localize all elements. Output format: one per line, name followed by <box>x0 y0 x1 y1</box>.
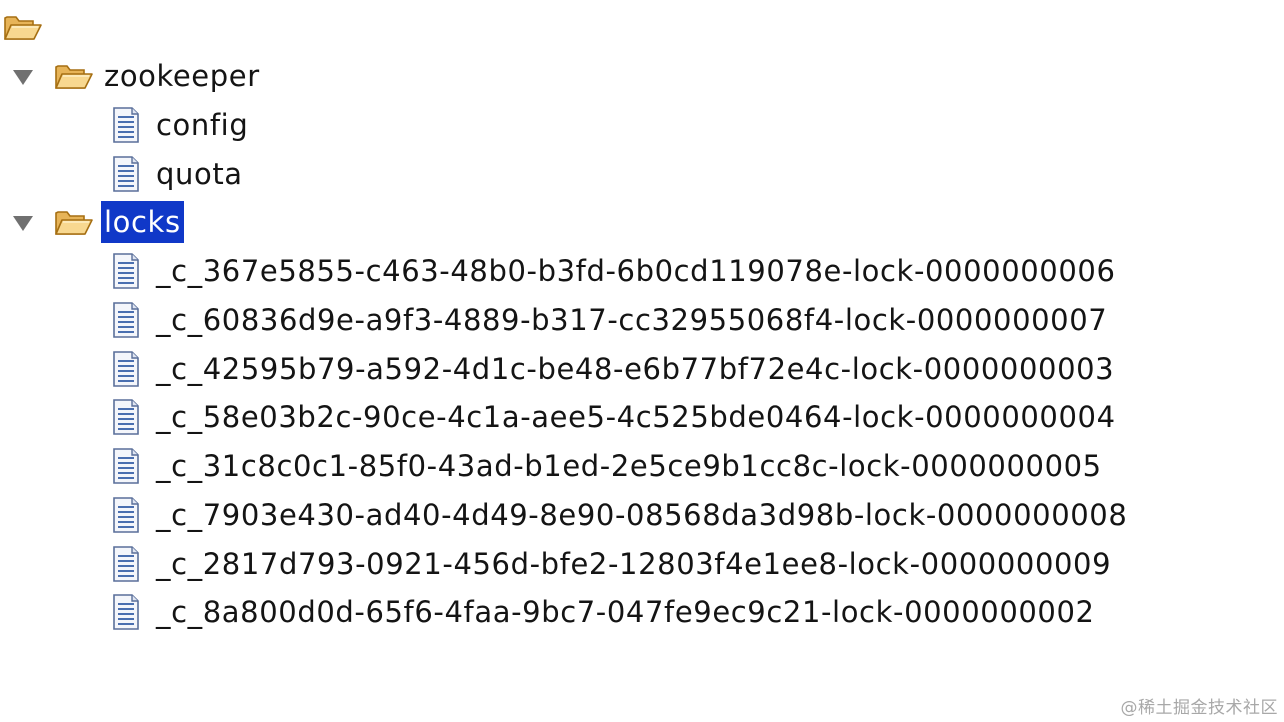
tree-node-label: _c_31c8c0c1-85f0-43ad-b1ed-2e5ce9b1cc8c-… <box>156 449 1102 483</box>
tree-node-lock-item[interactable]: _c_60836d9e-a9f3-4889-b317-cc32955068f4-… <box>0 298 1284 342</box>
tree-node-lock-item[interactable]: _c_7903e430-ad40-4d49-8e90-08568da3d98b-… <box>0 493 1284 537</box>
tree-node-label: _c_7903e430-ad40-4d49-8e90-08568da3d98b-… <box>156 498 1128 532</box>
file-icon <box>112 301 140 339</box>
tree-node-label: _c_2817d793-0921-456d-bfe2-12803f4e1ee8-… <box>156 547 1112 581</box>
tree-node-label: _c_8a800d0d-65f6-4faa-9bc7-047fe9ec9c21-… <box>156 595 1095 629</box>
tree-node-config[interactable]: config <box>0 103 1284 147</box>
tree-node-zookeeper[interactable]: zookeeper <box>0 54 1284 98</box>
tree-node-lock-item[interactable]: _c_31c8c0c1-85f0-43ad-b1ed-2e5ce9b1cc8c-… <box>0 444 1284 488</box>
file-icon <box>112 593 140 631</box>
tree-node-label: config <box>156 108 249 142</box>
tree-node-label: zookeeper <box>104 59 260 93</box>
tree-node-label: _c_42595b79-a592-4d1c-be48-e6b77bf72e4c-… <box>156 352 1115 386</box>
folder-open-icon <box>3 12 43 42</box>
tree-node-label: _c_367e5855-c463-48b0-b3fd-6b0cd119078e-… <box>156 254 1116 288</box>
tree-node-lock-item[interactable]: _c_2817d793-0921-456d-bfe2-12803f4e1ee8-… <box>0 542 1284 586</box>
file-icon <box>112 447 140 485</box>
watermark: @稀土掘金技术社区 <box>1120 698 1278 718</box>
tree-node-lock-item[interactable]: _c_42595b79-a592-4d1c-be48-e6b77bf72e4c-… <box>0 347 1284 391</box>
tree-node-quota[interactable]: quota <box>0 152 1284 196</box>
tree-node-label-selected: locks <box>101 201 184 243</box>
file-icon <box>112 545 140 583</box>
tree-node-locks[interactable]: locks <box>0 200 1284 244</box>
tree-node-label: _c_58e03b2c-90ce-4c1a-aee5-4c525bde0464-… <box>156 400 1116 434</box>
tree-node-lock-item[interactable]: _c_58e03b2c-90ce-4c1a-aee5-4c525bde0464-… <box>0 395 1284 439</box>
expand-toggle-icon[interactable] <box>10 67 36 87</box>
tree-node-label: _c_60836d9e-a9f3-4889-b317-cc32955068f4-… <box>156 303 1108 337</box>
file-icon <box>112 252 140 290</box>
folder-open-icon <box>54 61 94 91</box>
tree-node-lock-item[interactable]: _c_367e5855-c463-48b0-b3fd-6b0cd119078e-… <box>0 249 1284 293</box>
file-icon <box>112 496 140 534</box>
file-icon <box>112 106 140 144</box>
tree-node-lock-item[interactable]: _c_8a800d0d-65f6-4faa-9bc7-047fe9ec9c21-… <box>0 590 1284 634</box>
folder-open-icon <box>54 207 94 237</box>
tree-node-label: quota <box>156 157 243 191</box>
file-icon <box>112 350 140 388</box>
file-icon <box>112 155 140 193</box>
expand-toggle-icon[interactable] <box>10 213 36 233</box>
file-icon <box>112 398 140 436</box>
tree-root[interactable] <box>0 4 1284 48</box>
